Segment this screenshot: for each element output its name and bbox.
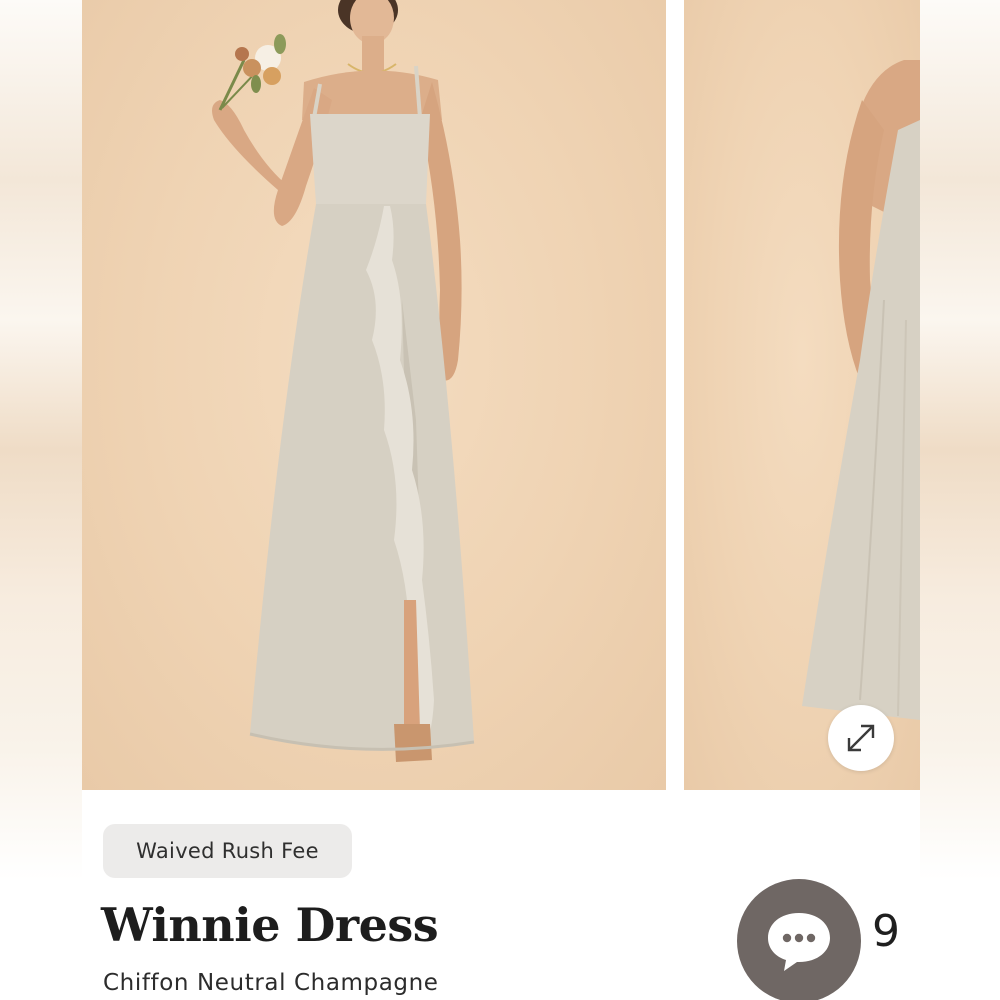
dress-back-illustration (802, 60, 920, 720)
expand-arrows-icon (847, 724, 875, 752)
product-title: Winnie Dress (101, 898, 439, 952)
right-blur-margin (920, 0, 1000, 1000)
bouquet (218, 34, 286, 111)
left-blur-margin (0, 0, 82, 1000)
rush-fee-badge: Waived Rush Fee (103, 824, 352, 878)
product-image-gallery[interactable] (82, 0, 920, 790)
dress-back-photo[interactable] (684, 0, 920, 790)
product-subtitle: Chiffon Neutral Champagne (103, 970, 439, 996)
dress-front-illustration (212, 0, 475, 762)
dress-front-photo[interactable] (82, 0, 666, 790)
expand-image-button[interactable] (828, 705, 894, 771)
chat-bubble-icon (768, 913, 830, 971)
chat-button[interactable] (737, 879, 861, 1000)
